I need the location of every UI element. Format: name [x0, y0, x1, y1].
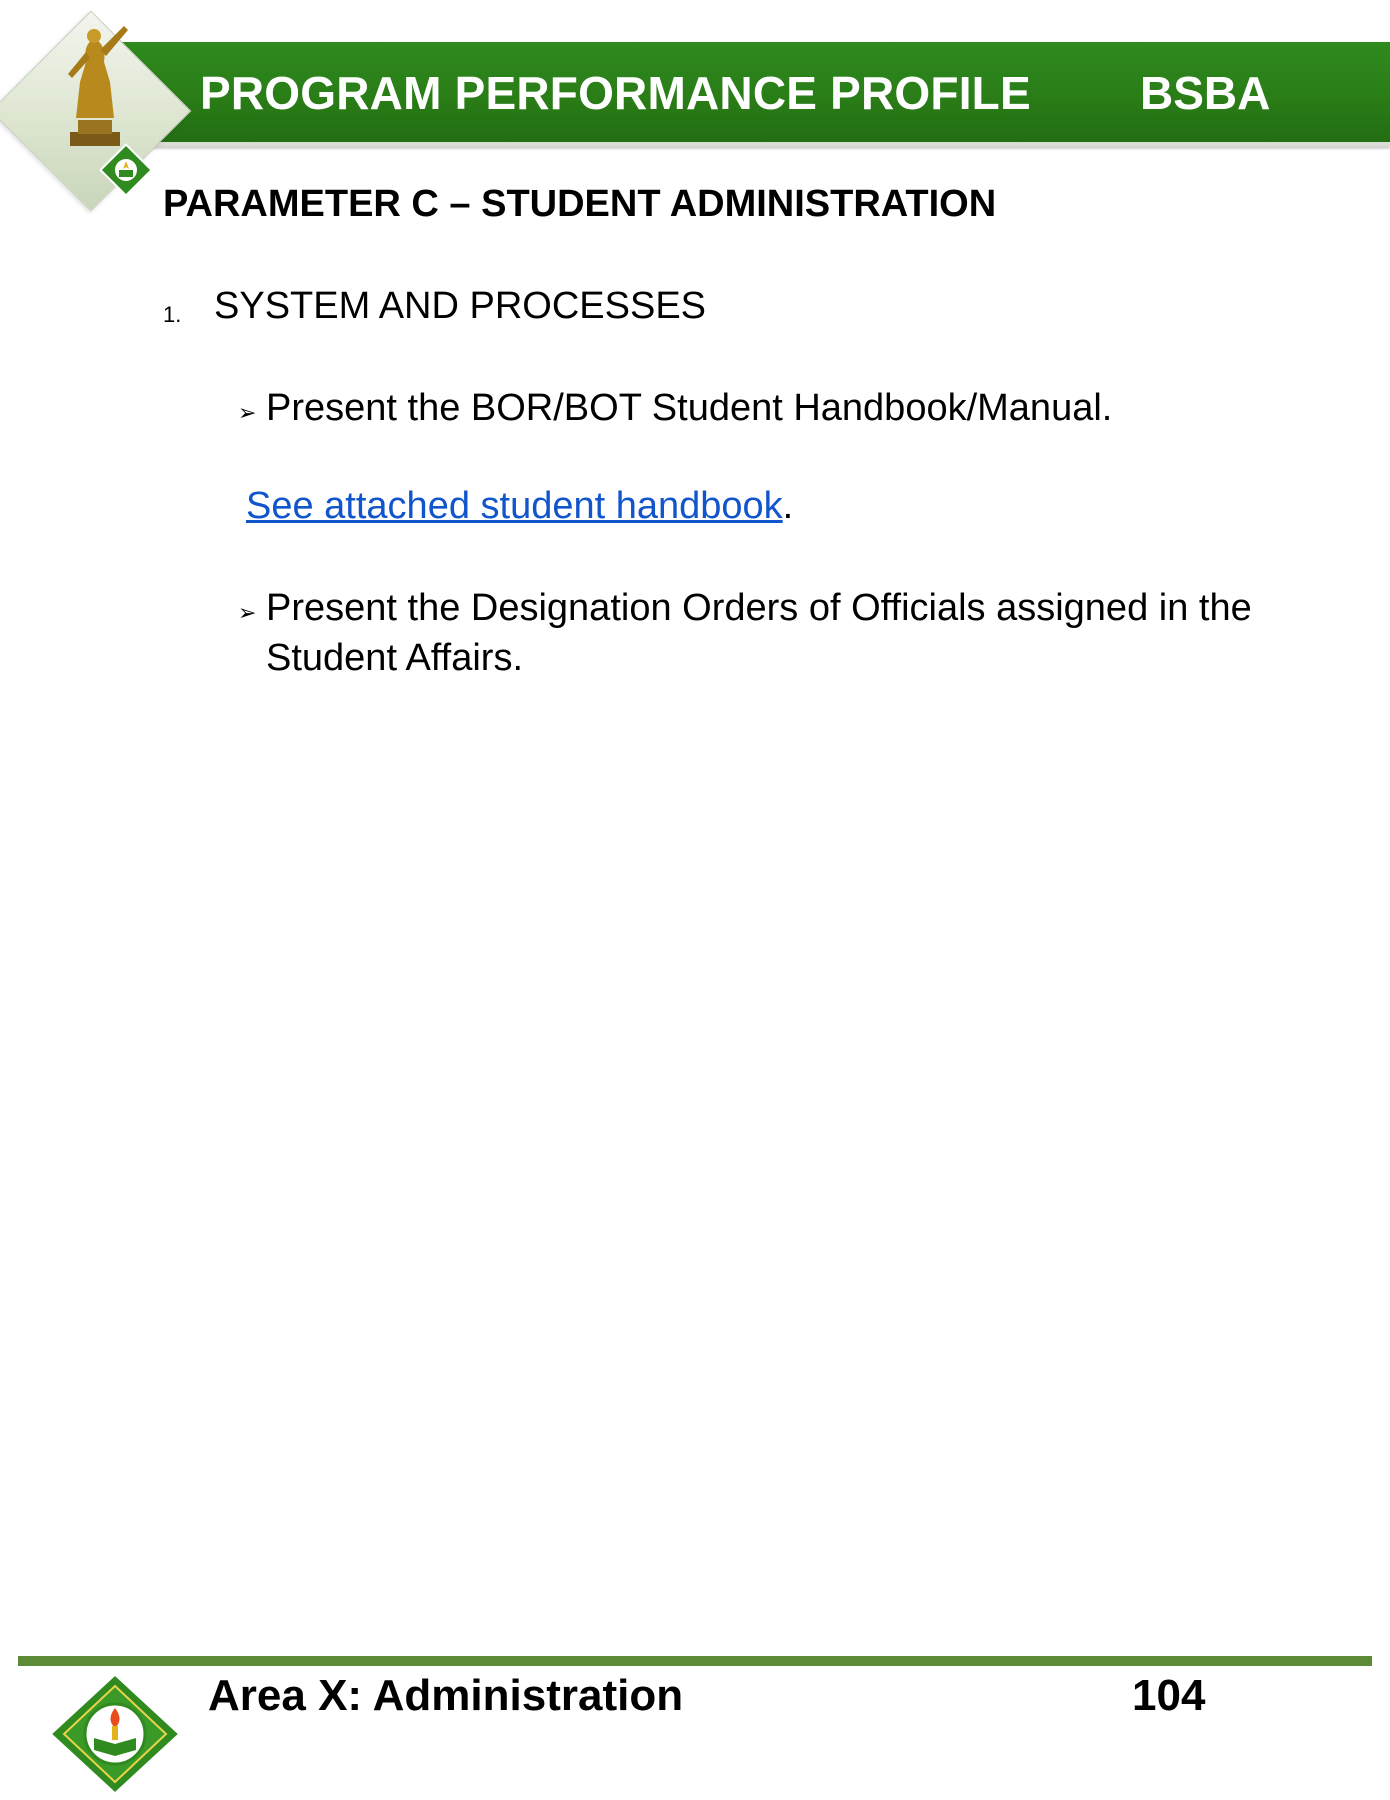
- footer-divider: [18, 1656, 1372, 1666]
- page-number: 104: [1132, 1671, 1206, 1720]
- list-item-title: SYSTEM AND PROCESSES: [214, 285, 707, 327]
- list-number: 1.: [163, 302, 182, 327]
- bullet-item-handbook: Present the BOR/BOT Student Handbook/Man…: [266, 387, 1113, 429]
- arrow-bullet-icon: ➢: [238, 400, 257, 425]
- university-seal-icon: [99, 143, 153, 197]
- page-header-title: PROGRAM PERFORMANCE PROFILE: [200, 67, 1031, 119]
- bullet-item-designation-line2: Student Affairs.: [266, 637, 524, 679]
- program-code: BSBA: [1140, 67, 1271, 119]
- link-line: See attached student handbook.: [246, 485, 793, 528]
- statue-logo-icon: [68, 26, 128, 146]
- link-suffix: .: [782, 485, 794, 527]
- arrow-bullet-icon: ➢: [238, 600, 257, 625]
- bullet-item-designation-line1: Present the Designation Orders of Offici…: [266, 587, 1252, 629]
- university-seal-icon: [47, 1672, 183, 1796]
- footer-area-title: Area X: Administration: [208, 1671, 684, 1720]
- student-handbook-link[interactable]: See attached student handbook: [246, 485, 783, 527]
- parameter-heading: PARAMETER C – STUDENT ADMINISTRATION: [163, 183, 997, 225]
